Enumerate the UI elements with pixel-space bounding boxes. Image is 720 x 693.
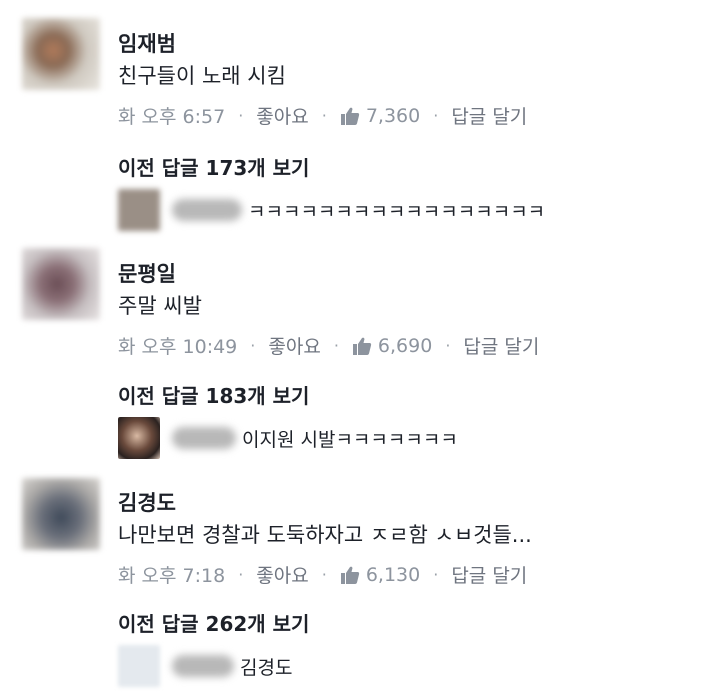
reply-avatar[interactable] [118,189,160,231]
blurred-reply-author [172,427,236,449]
reply-text: 이지원 시발ㅋㅋㅋㅋㅋㅋㅋ [242,428,458,451]
reply-preview[interactable]: 이지원 시발ㅋㅋㅋㅋㅋㅋㅋ [118,416,458,460]
view-previous-replies[interactable]: 이전 답글 183개 보기 [118,380,309,409]
reply-text: ㅋㅋㅋㅋㅋㅋㅋㅋㅋㅋㅋㅋㅋㅋㅋㅋㅋ [248,200,546,223]
view-previous-replies[interactable]: 이전 답글 173개 보기 [118,152,309,181]
comment-text: 주말 씨발 [118,294,202,318]
comment-meta: 화 오후 10:49 · 좋아요 · 6,690 · 답글 달기 [118,332,539,359]
reply-preview[interactable]: 김경도 [118,644,292,688]
separator-dot: · [238,106,244,125]
comment-author[interactable]: 문평일 [118,258,176,288]
separator-dot: · [238,565,244,584]
reply-avatar[interactable] [118,645,160,687]
like-button[interactable]: 좋아요 [268,332,320,359]
separator-dot: · [321,565,327,584]
avatar[interactable] [22,248,100,320]
blurred-reply-author [172,655,234,677]
view-previous-replies[interactable]: 이전 답글 262개 보기 [118,608,309,637]
timestamp[interactable]: 화 오후 7:18 [118,561,225,588]
thumbs-up-icon[interactable] [340,106,360,126]
comment-author[interactable]: 임재범 [118,28,176,58]
like-count[interactable]: 6,130 [366,564,420,586]
timestamp[interactable]: 화 오후 6:57 [118,102,225,129]
separator-dot: · [445,336,451,355]
reply-button[interactable]: 답글 달기 [451,561,527,588]
separator-dot: · [333,336,339,355]
comment-meta: 화 오후 6:57 · 좋아요 · 7,360 · 답글 달기 [118,102,527,129]
reply-button[interactable]: 답글 달기 [463,332,539,359]
like-button[interactable]: 좋아요 [256,102,308,129]
thumbs-up-icon[interactable] [352,336,372,356]
reply-button[interactable]: 답글 달기 [451,102,527,129]
comment-text: 나만보면 경찰과 도둑하자고 ㅈㄹ함 ㅅㅂ것들... [118,523,532,547]
reply-avatar[interactable] [118,417,160,459]
separator-dot: · [321,106,327,125]
like-count[interactable]: 7,360 [366,105,420,127]
like-button[interactable]: 좋아요 [256,561,308,588]
reply-preview[interactable]: ㅋㅋㅋㅋㅋㅋㅋㅋㅋㅋㅋㅋㅋㅋㅋㅋㅋ [118,188,545,232]
timestamp[interactable]: 화 오후 10:49 [118,332,237,359]
separator-dot: · [250,336,256,355]
separator-dot: · [433,106,439,125]
avatar[interactable] [22,18,100,90]
comment-meta: 화 오후 7:18 · 좋아요 · 6,130 · 답글 달기 [118,561,527,588]
thumbs-up-icon[interactable] [340,565,360,585]
avatar[interactable] [22,478,100,550]
like-count[interactable]: 6,690 [378,335,432,357]
reply-text: 김경도 [240,656,293,679]
comment-text: 친구들이 노래 시킴 [118,64,286,88]
separator-dot: · [433,565,439,584]
blurred-reply-author [172,199,242,221]
comment-author[interactable]: 김경도 [118,487,176,517]
